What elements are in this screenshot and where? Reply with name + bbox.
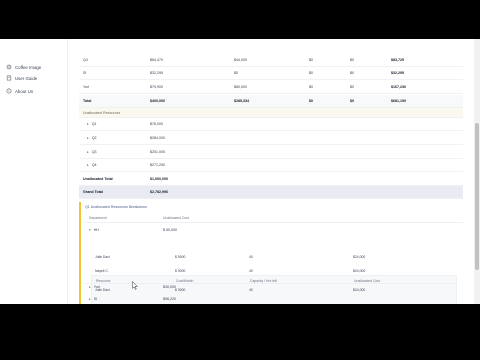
vertical-scrollbar[interactable]: [474, 39, 480, 304]
sidebar-item-about-us[interactable]: About Us: [6, 86, 33, 96]
sidebar-item-label: About Us: [15, 88, 34, 94]
unallocated-row-q1[interactable]: ▸ Q1 $76,000: [79, 118, 463, 131]
breakdown-title: Q1 Unallocated Resources Breakdown: [85, 205, 147, 209]
section-accent-bar-continued: [79, 238, 81, 304]
app-window: Coffee Image User Guide About Us Q4 $64,…: [0, 39, 480, 304]
book-icon: [6, 75, 12, 81]
chevron-right-icon: ▸: [87, 136, 89, 140]
total-row: Total $400,000 $285,334 $0 $0 $681,190: [79, 95, 463, 108]
sidebar-item-coffee-image[interactable]: Coffee Image: [6, 62, 41, 72]
scrollbar-thumb[interactable]: [475, 123, 479, 270]
chevron-down-icon: ▾: [89, 228, 91, 232]
breakdown-lower-rows: Julie Davi $ 9000 40 $24,000: [91, 288, 463, 304]
chevron-right-icon: ▸: [87, 150, 89, 154]
sidebar-item-label: Coffee Image: [15, 64, 42, 70]
unallocated-total-row: Unallocated Total $1,060,000: [79, 173, 463, 186]
sidebar-item-label: User Guide: [15, 75, 38, 81]
info-icon: [6, 88, 12, 94]
unallocated-section-header: Unallocated Resources: [79, 108, 463, 118]
sidebar: Coffee Image User Guide About Us: [0, 39, 68, 304]
unallocated-row-q4[interactable]: ▸ Q4 $271,250: [79, 159, 463, 172]
grand-total-row: Grand Total $2,782,996: [79, 186, 463, 199]
chevron-right-icon: ▸: [87, 163, 89, 167]
table-row: Yuri $79,900 $80,000 $0 $0 $167,230: [79, 81, 463, 94]
unallocated-row-q2[interactable]: ▸ Q2 $284,000: [79, 132, 463, 145]
chevron-right-icon: ▸: [87, 122, 89, 126]
breakdown-header-row: Department Unallocated Cost: [85, 214, 463, 223]
breakdown-row-hh[interactable]: ▾ HH $ 50,000: [85, 225, 463, 236]
subtable-header-row: Resource Cost/Month Capacity / Hrs left …: [96, 279, 380, 283]
resource-row: Julie Davi $ 9000 40 $24,000: [95, 288, 366, 292]
sidebar-item-user-guide[interactable]: User Guide: [6, 73, 37, 83]
table-row: SI $32,295 $0 $0 $0 $32,295: [79, 67, 463, 80]
unallocated-row-q3[interactable]: ▸ Q3 $251,000: [79, 146, 463, 159]
table-row: Q4 $64,470 $44,000 $0 $0 $83,725: [79, 54, 463, 67]
gear-icon: [6, 64, 12, 70]
